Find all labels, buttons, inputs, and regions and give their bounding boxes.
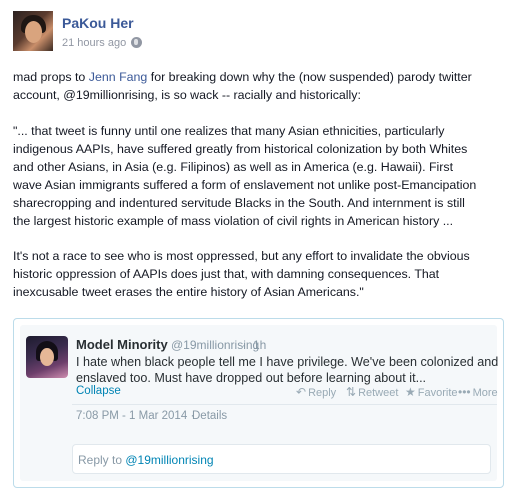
details-link[interactable]: Details — [192, 410, 227, 422]
post-closing-paragraph: It's not a race to see who is most oppre… — [13, 247, 499, 301]
facebook-post: PaKou Her 21 hours ago mad props to Jenn… — [0, 0, 509, 492]
post-intro-paragraph: mad props to Jenn Fang for breaking down… — [13, 68, 499, 104]
tweet-text-line: I hate when black people tell me I have … — [76, 355, 499, 369]
intro-line-1: mad props to Jenn Fang for breaking down… — [13, 68, 499, 86]
retweet-icon: ⇅ — [346, 385, 357, 399]
tweet-avatar-face — [40, 348, 54, 366]
avatar-face — [25, 21, 42, 43]
reply-handle: @19millionrising — [125, 453, 214, 467]
favorite-action-button[interactable]: ★ Favorite — [405, 385, 458, 399]
star-icon: ★ — [405, 385, 416, 399]
reply-action-button[interactable]: ↶ Reply — [296, 385, 336, 399]
closing-line: It's not a race to see who is most oppre… — [13, 249, 470, 263]
tweet-text: I hate when black people tell me I have … — [76, 354, 499, 386]
tweet-time-separator: · — [242, 338, 246, 352]
quote-line: "... that tweet is funny until one reali… — [13, 124, 445, 138]
globe-icon[interactable] — [131, 37, 142, 48]
quote-line: indigenous AAPIs, have suffered greatly … — [13, 142, 468, 156]
tweet-divider — [72, 404, 497, 405]
tweet-text-line: enslaved too. Must have dropped out befo… — [76, 371, 427, 385]
more-label: More — [472, 387, 498, 399]
tweet-author-avatar[interactable] — [26, 336, 68, 378]
reply-icon: ↶ — [296, 385, 307, 399]
author-name-link[interactable]: PaKou Her — [62, 15, 134, 31]
intro-text-after: for breaking down why the (now suspended… — [147, 70, 472, 84]
quote-line: wave Asian immigrants suffered a form of… — [13, 178, 477, 192]
favorite-label: Favorite — [417, 387, 458, 399]
tweet-datetime-text: 7:08 PM - 1 Mar 2014 — [76, 410, 188, 422]
tweet-datetime: 7:08 PM - 1 Mar 2014 · — [76, 410, 194, 422]
post-quote-paragraph: "... that tweet is funny until one reali… — [13, 122, 499, 230]
tweet-reply-input[interactable]: Reply to @19millionrising — [72, 444, 491, 474]
tweet-time[interactable]: 1h — [253, 338, 266, 352]
quote-line: sharecropping and indentured servitude B… — [13, 196, 465, 210]
author-avatar[interactable] — [13, 11, 53, 51]
quote-line: the largest historic example of mass vio… — [13, 214, 454, 228]
tweet-body: Model Minority @19millionrising · 1h I h… — [20, 325, 499, 481]
retweet-action-button[interactable]: ⇅ Retweet — [346, 385, 398, 399]
ellipsis-icon: ••• — [458, 385, 471, 399]
retweet-label: Retweet — [358, 387, 399, 399]
collapse-link[interactable]: Collapse — [76, 385, 121, 397]
reply-placeholder: Reply to @19millionrising — [78, 453, 214, 467]
quote-line: and other Asians, in Asia (e.g. Filipino… — [13, 160, 454, 174]
closing-line: historic oppression of AAPIs does just t… — [13, 267, 440, 281]
tweet-author-name[interactable]: Model Minority — [76, 337, 168, 352]
mention-link-jenn-fang[interactable]: Jenn Fang — [89, 70, 148, 84]
reply-label: Reply — [308, 387, 337, 399]
intro-line-2: account, @19millionrising, is so wack --… — [13, 88, 361, 102]
closing-line: inexcusable tweet erases the entire hist… — [13, 285, 364, 299]
embedded-tweet-card: Model Minority @19millionrising · 1h I h… — [13, 318, 504, 488]
more-action-button[interactable]: ••• More — [458, 385, 498, 399]
reply-prefix: Reply to — [78, 453, 126, 467]
intro-text-before: mad props to — [13, 70, 89, 84]
post-timestamp[interactable]: 21 hours ago — [62, 37, 126, 49]
